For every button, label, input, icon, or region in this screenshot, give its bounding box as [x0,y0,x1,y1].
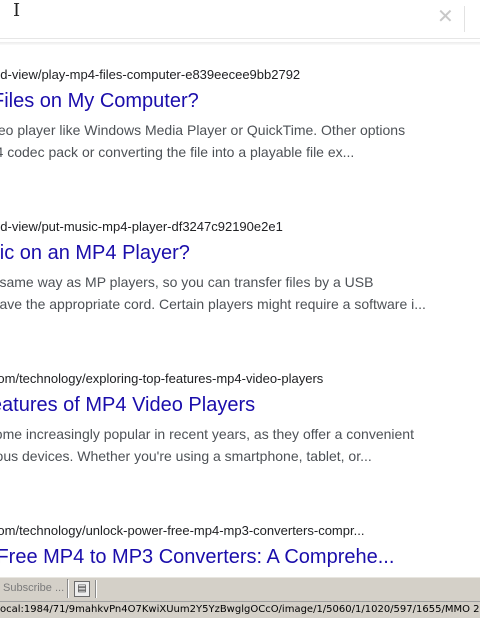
result-title-link[interactable]: r of Free MP4 to MP3 Converters: A Compr… [0,544,394,570]
result-url[interactable]: m/world-view/play-mp4-files-computer-e83… [0,67,300,83]
divider [95,580,96,598]
search-result: arch.com/technology/exploring-top-featur… [0,371,480,491]
result-snippet: ecome increasingly popular in recent yea… [0,426,414,442]
result-url[interactable]: m/world-view/put-music-mp4-player-df3247… [0,219,283,235]
taskbar: Subscribe ... ▤ [0,576,480,601]
divider [464,6,465,32]
result-snippet: arious devices. Whether you're using a s… [0,448,372,464]
result-snippet: G-4 codec pack or converting the file in… [0,144,355,160]
divider [0,42,480,45]
close-icon[interactable]: ✕ [437,7,454,27]
result-title-link[interactable]: Music on an MP4 Player? [0,240,190,266]
search-result: arch.com/technology/unlock-power-free-mp… [0,523,480,576]
result-title-link[interactable]: p Features of MP4 Video Players [0,392,255,418]
result-snippet: u have the appropriate cord. Certain pla… [0,296,426,312]
result-snippet: video player like Windows Media Player o… [0,122,406,138]
result-snippet: he same way as MP players, so you can tr… [0,274,374,290]
search-result: m/world-view/put-music-mp4-player-df3247… [0,219,480,339]
result-url[interactable]: arch.com/technology/unlock-power-free-mp… [0,523,364,539]
search-bar[interactable]: I ✕ [0,0,480,39]
divider [67,580,68,598]
result-title-link[interactable]: P4 Files on My Computer? [0,88,199,114]
taskbar-button[interactable]: Subscribe ... [0,579,68,598]
result-url[interactable]: arch.com/technology/exploring-top-featur… [0,371,323,387]
text-cursor-icon: I [13,0,21,21]
window-icon[interactable]: ▤ [74,581,90,597]
search-result: m/world-view/play-mp4-files-computer-e83… [0,67,480,187]
status-bar: ocal:1984/71/9mahkvPn4O7KwiXUum2Y5YzBwgl… [0,601,480,618]
